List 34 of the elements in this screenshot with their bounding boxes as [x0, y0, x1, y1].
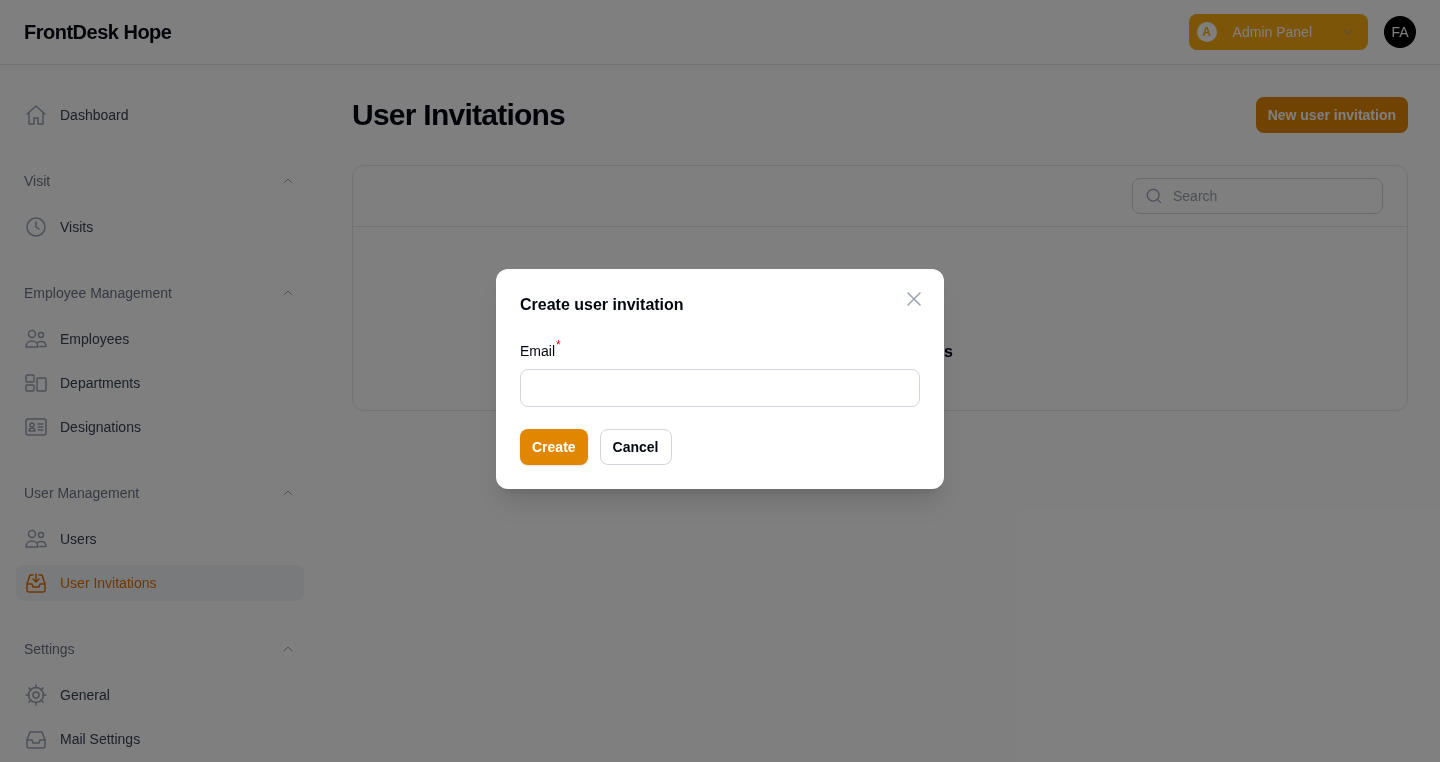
cancel-button[interactable]: Cancel [599, 429, 672, 465]
sidebar-item[interactable]: Dashboard [16, 97, 304, 133]
section-heading: User Management [24, 484, 140, 503]
people-icon [24, 327, 48, 351]
required-mark: * [556, 337, 561, 353]
clock-icon [24, 215, 48, 239]
layout-icon [24, 371, 48, 395]
sidebar-item[interactable]: Designations [16, 409, 304, 445]
sidebar-item[interactable]: Employees [16, 321, 304, 357]
home-icon [24, 103, 48, 127]
section-heading: Employee Management [24, 284, 172, 303]
panel-badge: A [1196, 22, 1217, 42]
sidebar-item[interactable]: Visits [16, 209, 304, 245]
app-name: FrontDesk Hope [24, 20, 172, 45]
user-avatar[interactable]: FA [1384, 16, 1416, 48]
section-heading: Settings [24, 640, 75, 659]
field-label: Email [520, 342, 555, 361]
new-invitation-button[interactable]: New user invitation [1255, 97, 1408, 133]
empty-state-title: s [944, 343, 953, 360]
search-icon [1144, 186, 1164, 206]
create-button[interactable]: Create [520, 429, 588, 465]
page-title: User Invitations [352, 97, 566, 133]
inbox-download-icon [24, 571, 48, 595]
sidebar-item[interactable]: Mail Settings [16, 721, 304, 757]
gear-icon [24, 683, 48, 707]
email-input-field[interactable] [520, 369, 920, 407]
sidebar-item[interactable]: General [16, 677, 304, 713]
people-icon [24, 527, 48, 551]
sidebar-item[interactable]: Departments [16, 365, 304, 401]
section-heading: Visit [24, 172, 51, 191]
sidebar-item[interactable]: Users [16, 521, 304, 557]
sidebar-item[interactable]: User Invitations [16, 565, 304, 601]
id-card-icon [24, 415, 48, 439]
dialog-title: Create user invitation [520, 295, 684, 315]
